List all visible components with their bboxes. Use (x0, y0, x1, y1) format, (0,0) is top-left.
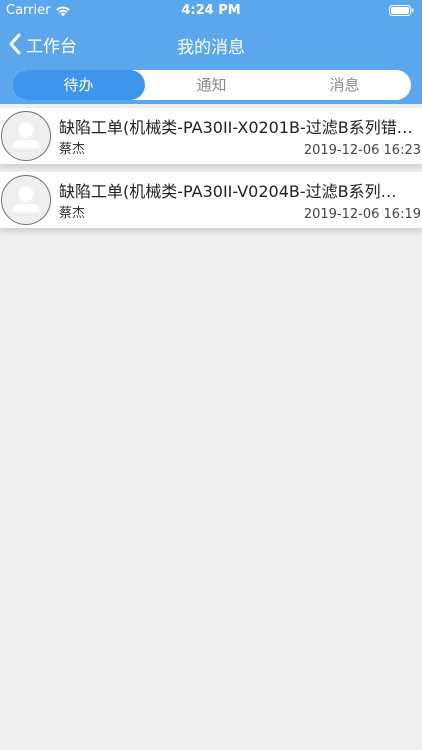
list-item[interactable]: 缺陷工单(机械类-PA30II-X0201B-过滤B系列错… 蔡杰 2019-1… (0, 108, 422, 164)
message-sender: 蔡杰 (59, 142, 86, 157)
message-title: 缺陷工单(机械类-PA30II-X0201B-过滤B系列错… (59, 118, 413, 137)
tab-todo[interactable]: 待办 (12, 70, 145, 100)
nav-bar: 工作台 我的消息 (0, 22, 422, 66)
user-avatar-icon (1, 175, 51, 225)
message-time: 2019-12-06 16:19 (303, 207, 421, 222)
message-list: 缺陷工单(机械类-PA30II-X0201B-过滤B系列错… 蔡杰 2019-1… (0, 108, 422, 236)
battery-icon (389, 5, 414, 16)
list-item[interactable]: 缺陷工单(机械类-PA30II-V0204B-过滤B系列… 蔡杰 2019-12… (0, 172, 422, 228)
segmented-tabs: 待办 通知 消息 (12, 70, 411, 100)
status-bar: Carrier 4:24 PM (0, 0, 422, 22)
message-sender: 蔡杰 (59, 206, 86, 221)
page-title: 我的消息 (177, 38, 245, 58)
header: Carrier 4:24 PM 工作台 我的消息 待办 通知 消息 (0, 0, 422, 104)
app-screen: Carrier 4:24 PM 工作台 我的消息 待办 通知 消息 缺陷工单(机… (0, 0, 422, 750)
status-time: 4:24 PM (181, 3, 241, 18)
user-avatar-icon (1, 111, 51, 161)
tab-notices[interactable]: 通知 (145, 70, 278, 100)
message-title: 缺陷工单(机械类-PA30II-V0204B-过滤B系列… (59, 182, 397, 201)
tab-messages[interactable]: 消息 (278, 70, 411, 100)
message-time: 2019-12-06 16:23 (303, 143, 421, 158)
